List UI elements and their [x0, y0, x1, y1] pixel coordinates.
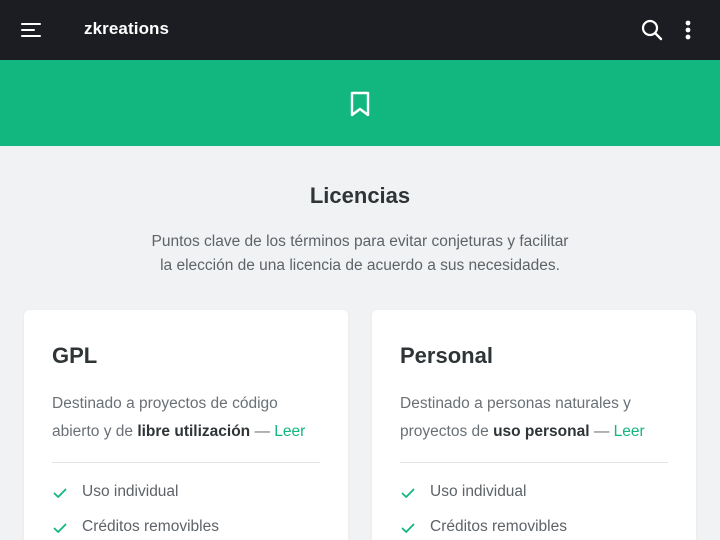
- card-desc-separator: —: [589, 423, 614, 440]
- card-desc-bold: libre utilización: [137, 423, 251, 440]
- section-title: Licencias: [309, 183, 411, 208]
- card-divider: [52, 462, 320, 463]
- check-icon: [53, 488, 67, 498]
- section-description-line2: la elección de una licencia de acuerdo a…: [160, 257, 560, 274]
- feature-label: Uso individual: [82, 483, 179, 500]
- bookmark-icon: [350, 91, 370, 117]
- top-app-bar: zkreations: [0, 0, 720, 60]
- feature-label: Créditos removibles: [82, 518, 219, 535]
- card-title: Personal: [400, 343, 493, 368]
- card-description: Destinado a proyectos de código abierto …: [52, 390, 332, 446]
- card-desc-prefix: proyectos de: [400, 423, 494, 440]
- check-icon: [401, 488, 415, 498]
- card-divider: [400, 462, 668, 463]
- section-description-line1: Puntos clave de los términos para evitar…: [151, 233, 569, 250]
- card-title: GPL: [52, 343, 98, 368]
- hero-banner: [0, 60, 720, 146]
- card-desc-prefix: abierto y de: [52, 423, 138, 440]
- card-desc-line1: Destinado a proyectos de código: [52, 395, 278, 412]
- check-icon: [53, 523, 67, 533]
- card-description: Destinado a personas naturales y proyect…: [400, 390, 680, 446]
- card-desc-separator: —: [250, 423, 275, 440]
- license-card-personal: Personal Destinado a personas naturales …: [372, 310, 696, 540]
- more-vertical-icon: [685, 20, 691, 40]
- card-desc-bold: uso personal: [493, 423, 590, 440]
- site-brand[interactable]: zkreations: [84, 19, 169, 39]
- feature-label: Créditos removibles: [430, 518, 567, 535]
- more-options-button[interactable]: [676, 14, 700, 46]
- card-desc-line1: Destinado a personas naturales y: [400, 395, 631, 412]
- search-icon: [641, 19, 663, 41]
- license-card-gpl: GPL Destinado a proyectos de código abie…: [24, 310, 348, 540]
- check-icon: [401, 523, 415, 533]
- section-description: Puntos clave de los términos para evitar…: [130, 230, 590, 278]
- read-more-link[interactable]: Leer: [274, 423, 305, 440]
- feature-label: Uso individual: [430, 483, 527, 500]
- search-button[interactable]: [636, 14, 668, 46]
- menu-icon: [21, 23, 41, 37]
- read-more-link[interactable]: Leer: [614, 423, 645, 440]
- menu-button[interactable]: [14, 14, 48, 46]
